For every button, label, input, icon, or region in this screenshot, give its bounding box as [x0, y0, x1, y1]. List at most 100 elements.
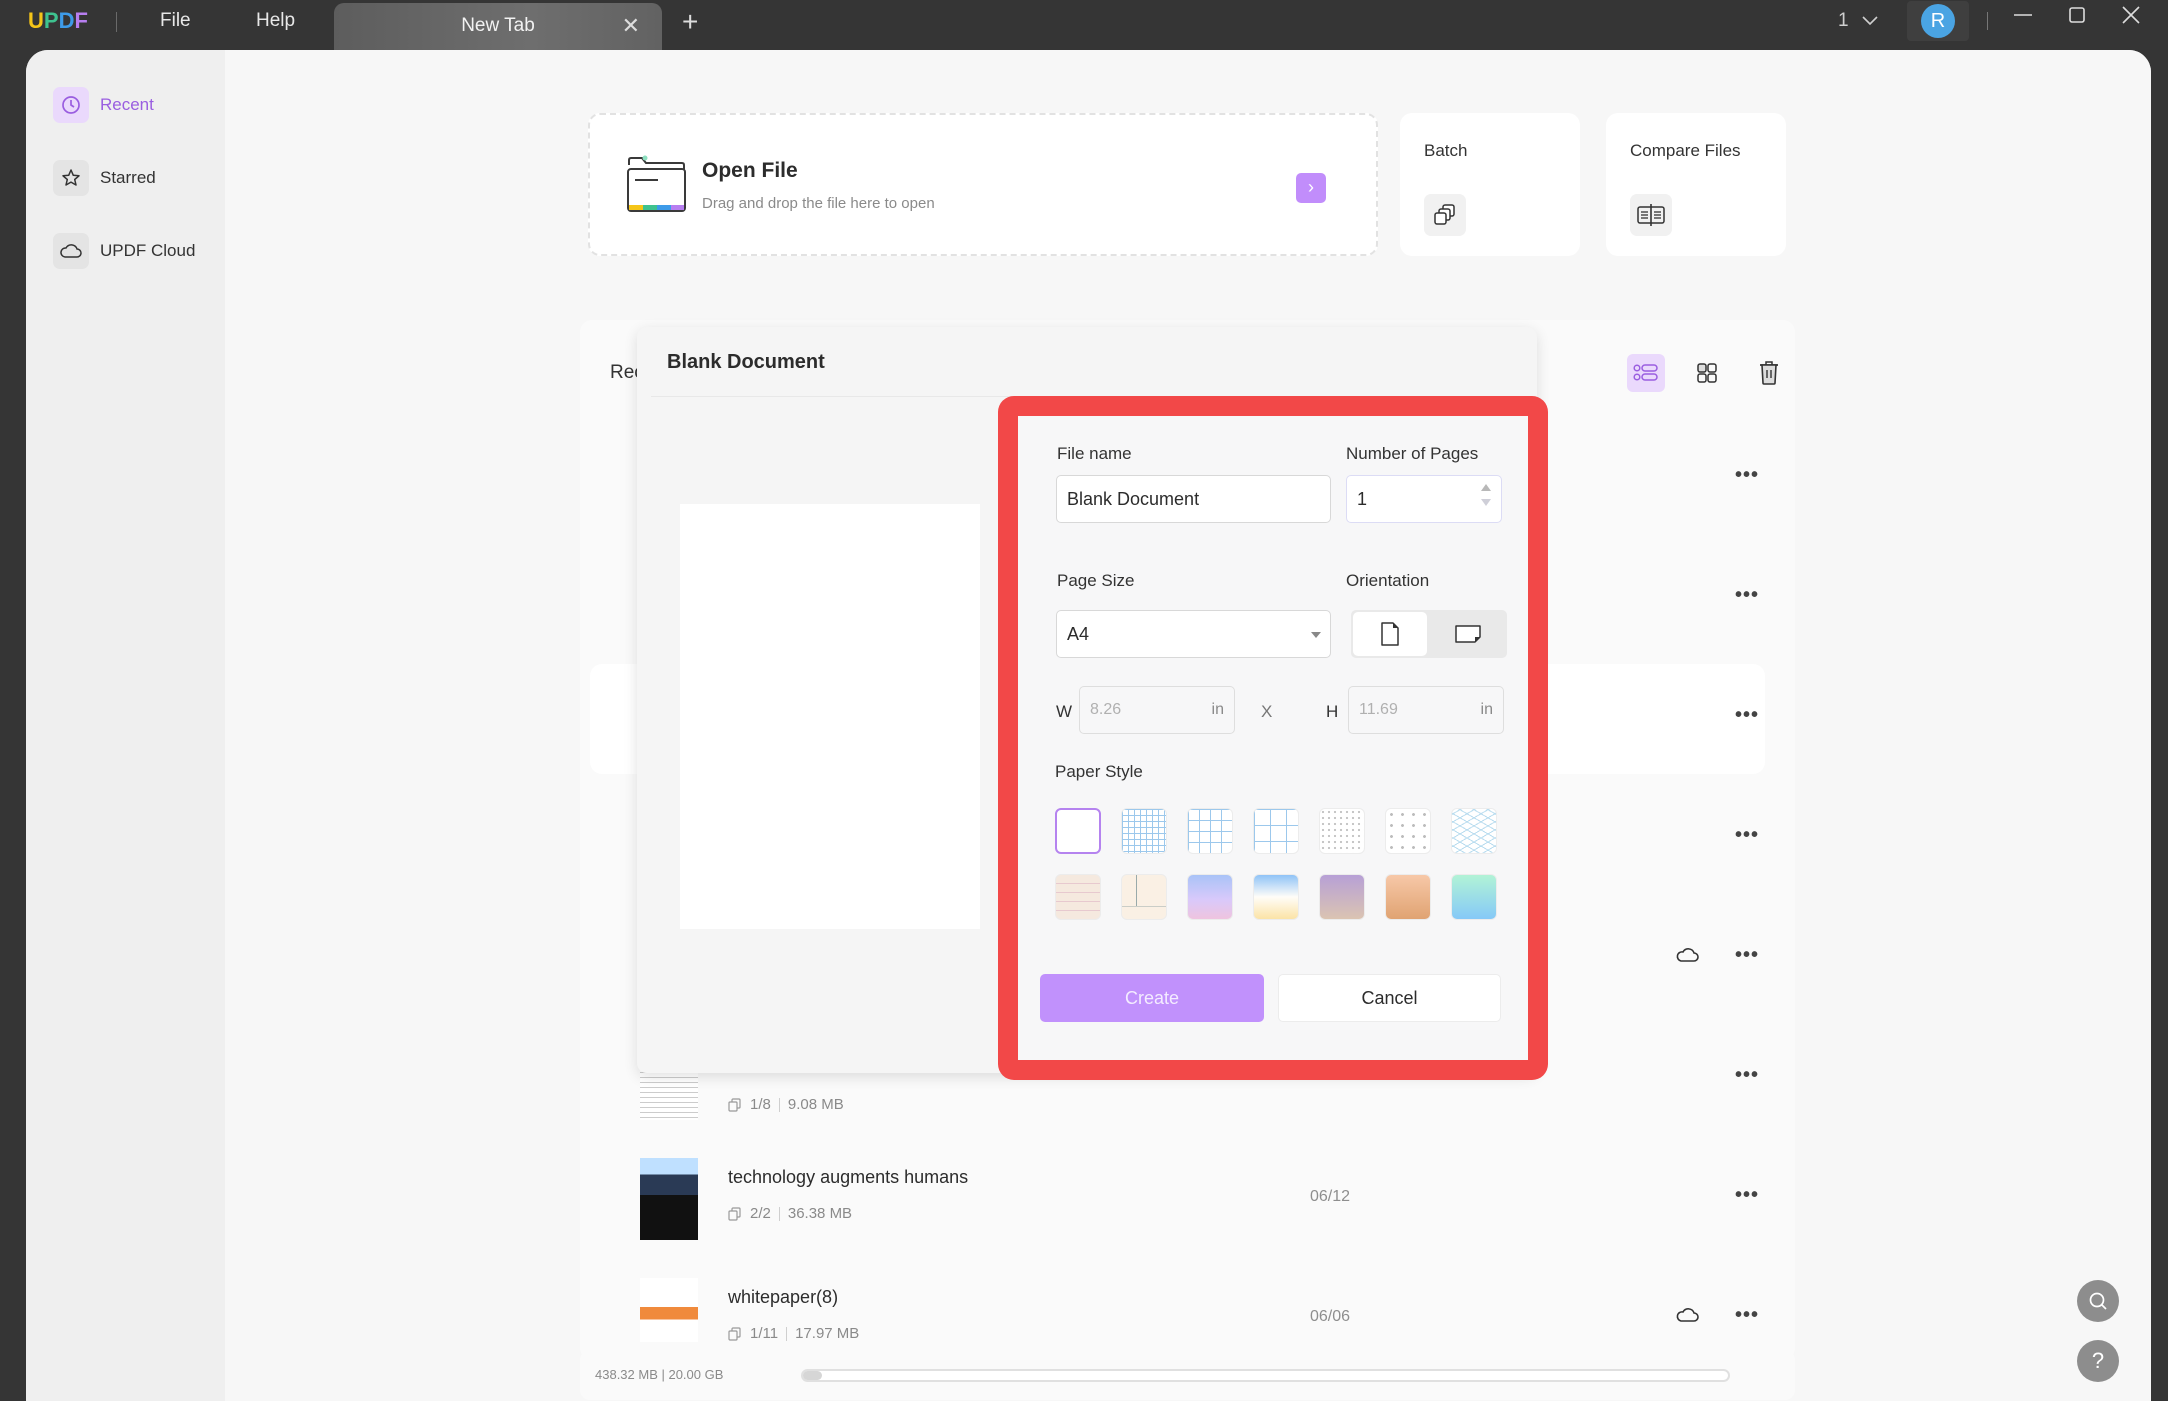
more-options-icon[interactable]: ••• — [1735, 584, 1759, 607]
more-options-icon[interactable]: ••• — [1735, 1184, 1759, 1207]
help-button[interactable]: ? — [2077, 1340, 2119, 1382]
file-size: 9.08 MB — [787, 1096, 844, 1113]
grid-view-icon — [1697, 363, 1717, 383]
width-label: W — [1056, 702, 1073, 721]
account-button[interactable]: R — [1907, 1, 1969, 41]
blank-document-form: File name Blank Document Number of Pages… — [1018, 416, 1528, 1060]
paper-style-medium-grid[interactable] — [1187, 808, 1233, 854]
more-options-icon[interactable]: ••• — [1735, 704, 1759, 727]
sidebar-item-label: Starred — [100, 168, 156, 187]
paper-style-blank[interactable] — [1055, 808, 1101, 854]
window-count: 1 — [1838, 10, 1849, 31]
logo-letter: U — [28, 8, 44, 33]
portrait-button[interactable] — [1353, 612, 1427, 656]
more-options-icon[interactable]: ••• — [1735, 1304, 1759, 1327]
open-file-dropzone[interactable]: Open File Drag and drop the file here to… — [588, 113, 1378, 256]
compare-icon — [1630, 194, 1672, 236]
sidebar-item-starred[interactable]: Starred — [53, 158, 156, 198]
more-options-icon[interactable]: ••• — [1735, 824, 1759, 847]
pages-icon — [728, 1326, 741, 1341]
batch-card[interactable]: Batch — [1400, 113, 1580, 256]
file-meta: 1/11 17.97 MB — [728, 1325, 859, 1342]
maximize-icon[interactable] — [2066, 4, 2088, 32]
list-view-icon — [1633, 364, 1658, 381]
more-options-icon[interactable]: ••• — [1735, 464, 1759, 487]
open-file-title: Open File — [702, 159, 798, 182]
window-switcher[interactable]: 1 — [1838, 10, 1878, 32]
paper-style-isometric[interactable] — [1451, 808, 1497, 854]
decrement-icon[interactable] — [1481, 499, 1491, 506]
height-unit: in — [1480, 701, 1493, 718]
more-options-icon[interactable]: ••• — [1735, 1064, 1759, 1087]
cloud-icon — [53, 233, 89, 269]
sidebar-item-label: Recent — [100, 95, 154, 114]
orientation-label: Orientation — [1346, 571, 1430, 590]
paper-style-small-dots[interactable] — [1319, 808, 1365, 854]
increment-icon[interactable] — [1481, 484, 1491, 491]
sidebar-item-updf-cloud[interactable]: UPDF Cloud — [53, 231, 195, 271]
paper-style-lined[interactable] — [1055, 874, 1101, 920]
page-preview — [680, 504, 980, 929]
cloud-upload-icon[interactable] — [1675, 1304, 1701, 1326]
close-tab-icon[interactable]: ✕ — [622, 13, 640, 39]
file-row[interactable]: technology augments humans 2/2 36.38 MB … — [590, 1144, 1765, 1254]
width-input[interactable]: 8.26 in — [1079, 686, 1235, 734]
search-button[interactable] — [2077, 1280, 2119, 1322]
close-window-icon[interactable] — [2120, 4, 2142, 32]
cancel-button[interactable]: Cancel — [1278, 974, 1501, 1022]
paper-style-small-grid[interactable] — [1121, 808, 1167, 854]
menu-file[interactable]: File — [160, 10, 191, 32]
paper-style-gradient-mint-blue[interactable] — [1451, 874, 1497, 920]
paper-style-gradient-purple-tan[interactable] — [1319, 874, 1365, 920]
paper-style-cornell[interactable] — [1121, 874, 1167, 920]
pages-value: 1 — [1357, 488, 1368, 509]
page-size-label: Page Size — [1057, 571, 1135, 590]
more-options-icon[interactable]: ••• — [1735, 944, 1759, 967]
pages-stepper[interactable] — [1481, 484, 1491, 506]
star-icon — [53, 160, 89, 196]
folder-icon — [627, 155, 686, 212]
file-meta: 2/2 36.38 MB — [728, 1205, 852, 1222]
chevron-down-icon — [1862, 16, 1878, 26]
height-label: H — [1326, 702, 1339, 721]
batch-icon — [1424, 194, 1466, 236]
sidebar-item-recent[interactable]: Recent — [53, 85, 154, 125]
grid-view-button[interactable] — [1688, 354, 1726, 392]
paper-style-gradient-blue-pink[interactable] — [1187, 874, 1233, 920]
pages-input[interactable]: 1 — [1346, 475, 1502, 523]
open-file-button[interactable]: › — [1296, 173, 1326, 203]
logo-letter: P — [43, 8, 59, 33]
avatar: R — [1921, 4, 1955, 38]
dialog-title: Blank Document — [667, 351, 825, 373]
add-tab-icon[interactable]: + — [682, 6, 698, 38]
list-view-button[interactable] — [1627, 354, 1665, 392]
landscape-button[interactable] — [1431, 612, 1505, 656]
storage-bar: 438.32 MB | 20.00 GB — [580, 1350, 1795, 1400]
menu-help[interactable]: Help — [256, 10, 295, 32]
cloud-icon[interactable] — [1675, 944, 1701, 966]
page-size-select[interactable]: A4 — [1056, 610, 1331, 658]
divider — [786, 1326, 788, 1341]
search-icon — [2089, 1292, 2107, 1310]
file-name: technology augments humans — [728, 1167, 969, 1187]
compare-files-card[interactable]: Compare Files — [1606, 113, 1786, 256]
height-input[interactable]: 11.69 in — [1348, 686, 1504, 734]
help-icon: ? — [2091, 1348, 2105, 1373]
delete-button[interactable] — [1750, 354, 1788, 392]
paper-style-gradient-peach[interactable] — [1385, 874, 1431, 920]
times-label: X — [1261, 702, 1273, 721]
minimize-icon[interactable] — [2012, 4, 2034, 32]
paper-style-gradient-sky-sand[interactable] — [1253, 874, 1299, 920]
tab-new-tab[interactable]: New Tab ✕ — [334, 3, 662, 50]
orientation-toggle — [1351, 610, 1507, 658]
paper-style-large-grid[interactable] — [1253, 808, 1299, 854]
clock-icon — [53, 87, 89, 123]
file-name-input[interactable]: Blank Document — [1056, 475, 1331, 523]
trash-icon — [1760, 361, 1778, 385]
logo-letter: D — [58, 8, 75, 33]
divider — [778, 1097, 780, 1112]
tab-label: New Tab — [461, 15, 535, 36]
main-content: Open File Drag and drop the file here to… — [225, 50, 2151, 1401]
create-button[interactable]: Create — [1040, 974, 1264, 1022]
paper-style-large-dots[interactable] — [1385, 808, 1431, 854]
